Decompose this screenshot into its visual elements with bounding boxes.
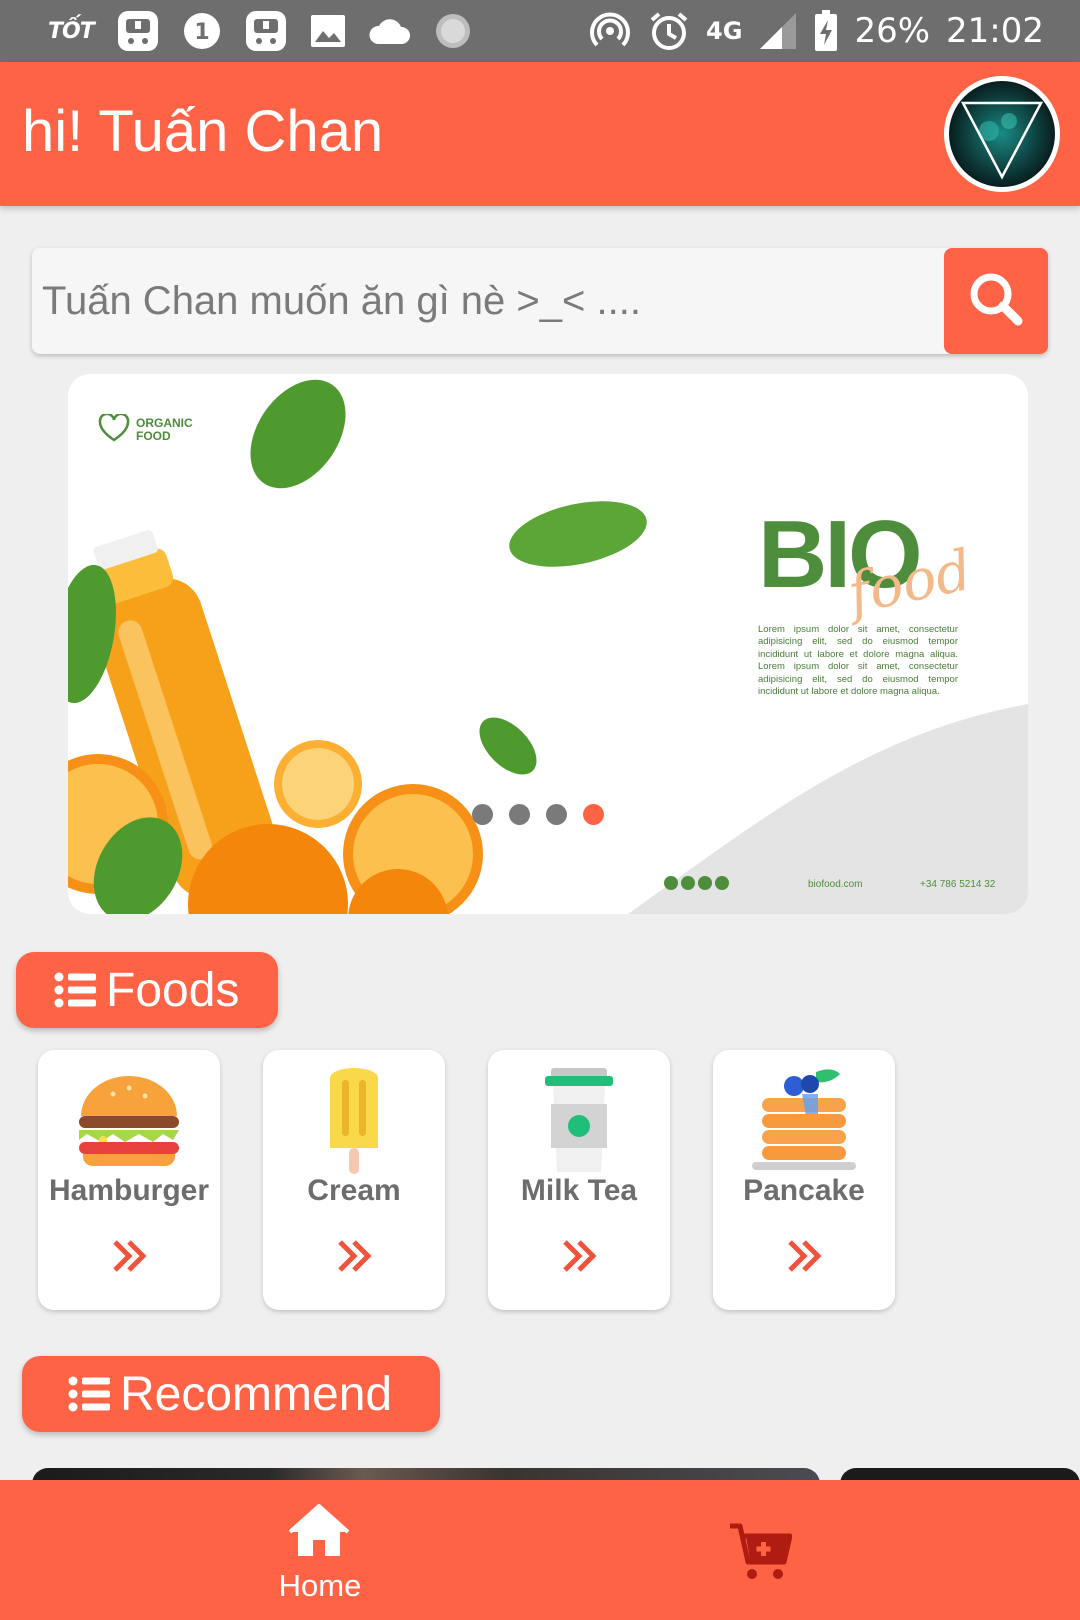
- food-name: Hamburger: [48, 1174, 210, 1207]
- svg-text:1: 1: [194, 20, 209, 45]
- network-4g-icon: 4G: [706, 17, 743, 45]
- milk-tea-icon: [523, 1064, 635, 1176]
- status-bar-right: 4G 26% 21:02: [588, 8, 1044, 54]
- organic-food-logo: ORGANIC FOOD: [98, 412, 193, 446]
- banner-phone: +34 786 5214 32: [920, 879, 996, 890]
- number-one-icon: 1: [182, 11, 222, 51]
- status-bar-left: TỐT 1: [48, 8, 472, 54]
- double-chevron-right-icon[interactable]: [786, 1238, 822, 1274]
- twitter-icon: [698, 876, 712, 890]
- battery-charging-icon: [814, 10, 838, 52]
- double-chevron-right-icon[interactable]: [336, 1238, 372, 1274]
- popsicle-icon: [298, 1064, 410, 1176]
- food-card-pancake[interactable]: Pancake: [713, 1050, 895, 1310]
- whatsapp-icon: [715, 876, 729, 890]
- hotspot-icon: [588, 9, 632, 53]
- list-icon: [54, 972, 96, 1008]
- heart-icon: [98, 412, 130, 446]
- clock: 21:02: [946, 11, 1044, 51]
- home-icon: [288, 1503, 350, 1562]
- pancake-icon: [748, 1064, 860, 1176]
- pig-app-icon: [244, 9, 288, 53]
- carousel-indicator: [472, 804, 604, 825]
- image-icon: [310, 14, 346, 48]
- nav-home[interactable]: Home: [256, 1502, 384, 1612]
- nav-home-label: Home: [278, 1568, 362, 1603]
- search-input[interactable]: [42, 266, 942, 336]
- double-chevron-right-icon[interactable]: [561, 1238, 597, 1274]
- greeting-title: hi! Tuấn Chan: [22, 99, 384, 164]
- bottom-navigation: Home: [0, 1480, 1080, 1620]
- list-icon: [68, 1376, 110, 1412]
- search-icon: [966, 269, 1026, 333]
- food-name: Cream: [307, 1174, 401, 1207]
- avatar-image: [949, 81, 1055, 187]
- battery-percent: 26%: [854, 11, 931, 51]
- double-chevron-right-icon[interactable]: [111, 1238, 147, 1274]
- foods-section-label: Foods: [106, 963, 240, 1017]
- organic-food-logo-text: ORGANIC FOOD: [136, 416, 193, 443]
- banner-website: biofood.com: [808, 879, 863, 890]
- carrier-logo-icon: TỐT: [48, 18, 95, 44]
- signal-icon: [758, 11, 798, 51]
- cloud-icon: [368, 16, 412, 46]
- status-bar: TỐT 1 4G 26% 21:02: [0, 0, 1080, 62]
- banner-body-text: Lorem ipsum dolor sit amet, consectetur …: [758, 624, 958, 698]
- carousel-dot[interactable]: [472, 804, 493, 825]
- search-bar: [32, 248, 1048, 354]
- recommend-section-label: Recommend: [120, 1367, 393, 1421]
- food-name: Milk Tea: [520, 1174, 638, 1207]
- avatar[interactable]: [944, 76, 1060, 192]
- app-bar: hi! Tuấn Chan: [0, 62, 1080, 206]
- carousel-dot-active[interactable]: [583, 804, 604, 825]
- facebook-icon: [681, 876, 695, 890]
- carousel-dot[interactable]: [509, 804, 530, 825]
- hamburger-icon: [73, 1064, 185, 1176]
- alarm-icon: [648, 10, 690, 52]
- carousel-dot[interactable]: [546, 804, 567, 825]
- add-to-cart-icon[interactable]: [728, 1522, 793, 1582]
- loading-icon: [434, 12, 472, 50]
- food-card-cream[interactable]: Cream: [263, 1050, 445, 1310]
- pig-app-icon: [116, 9, 160, 53]
- food-card-hamburger[interactable]: Hamburger: [38, 1050, 220, 1310]
- social-icons: [664, 876, 729, 890]
- promo-banner[interactable]: ORGANIC FOOD BIO food Lorem ipsum dolor …: [68, 374, 1028, 914]
- food-name: Pancake: [743, 1174, 865, 1207]
- search-button[interactable]: [944, 248, 1048, 354]
- instagram-icon: [664, 876, 678, 890]
- foods-section-tab[interactable]: Foods: [16, 952, 278, 1028]
- recommend-section-tab[interactable]: Recommend: [22, 1356, 440, 1432]
- food-card-milk-tea[interactable]: Milk Tea: [488, 1050, 670, 1310]
